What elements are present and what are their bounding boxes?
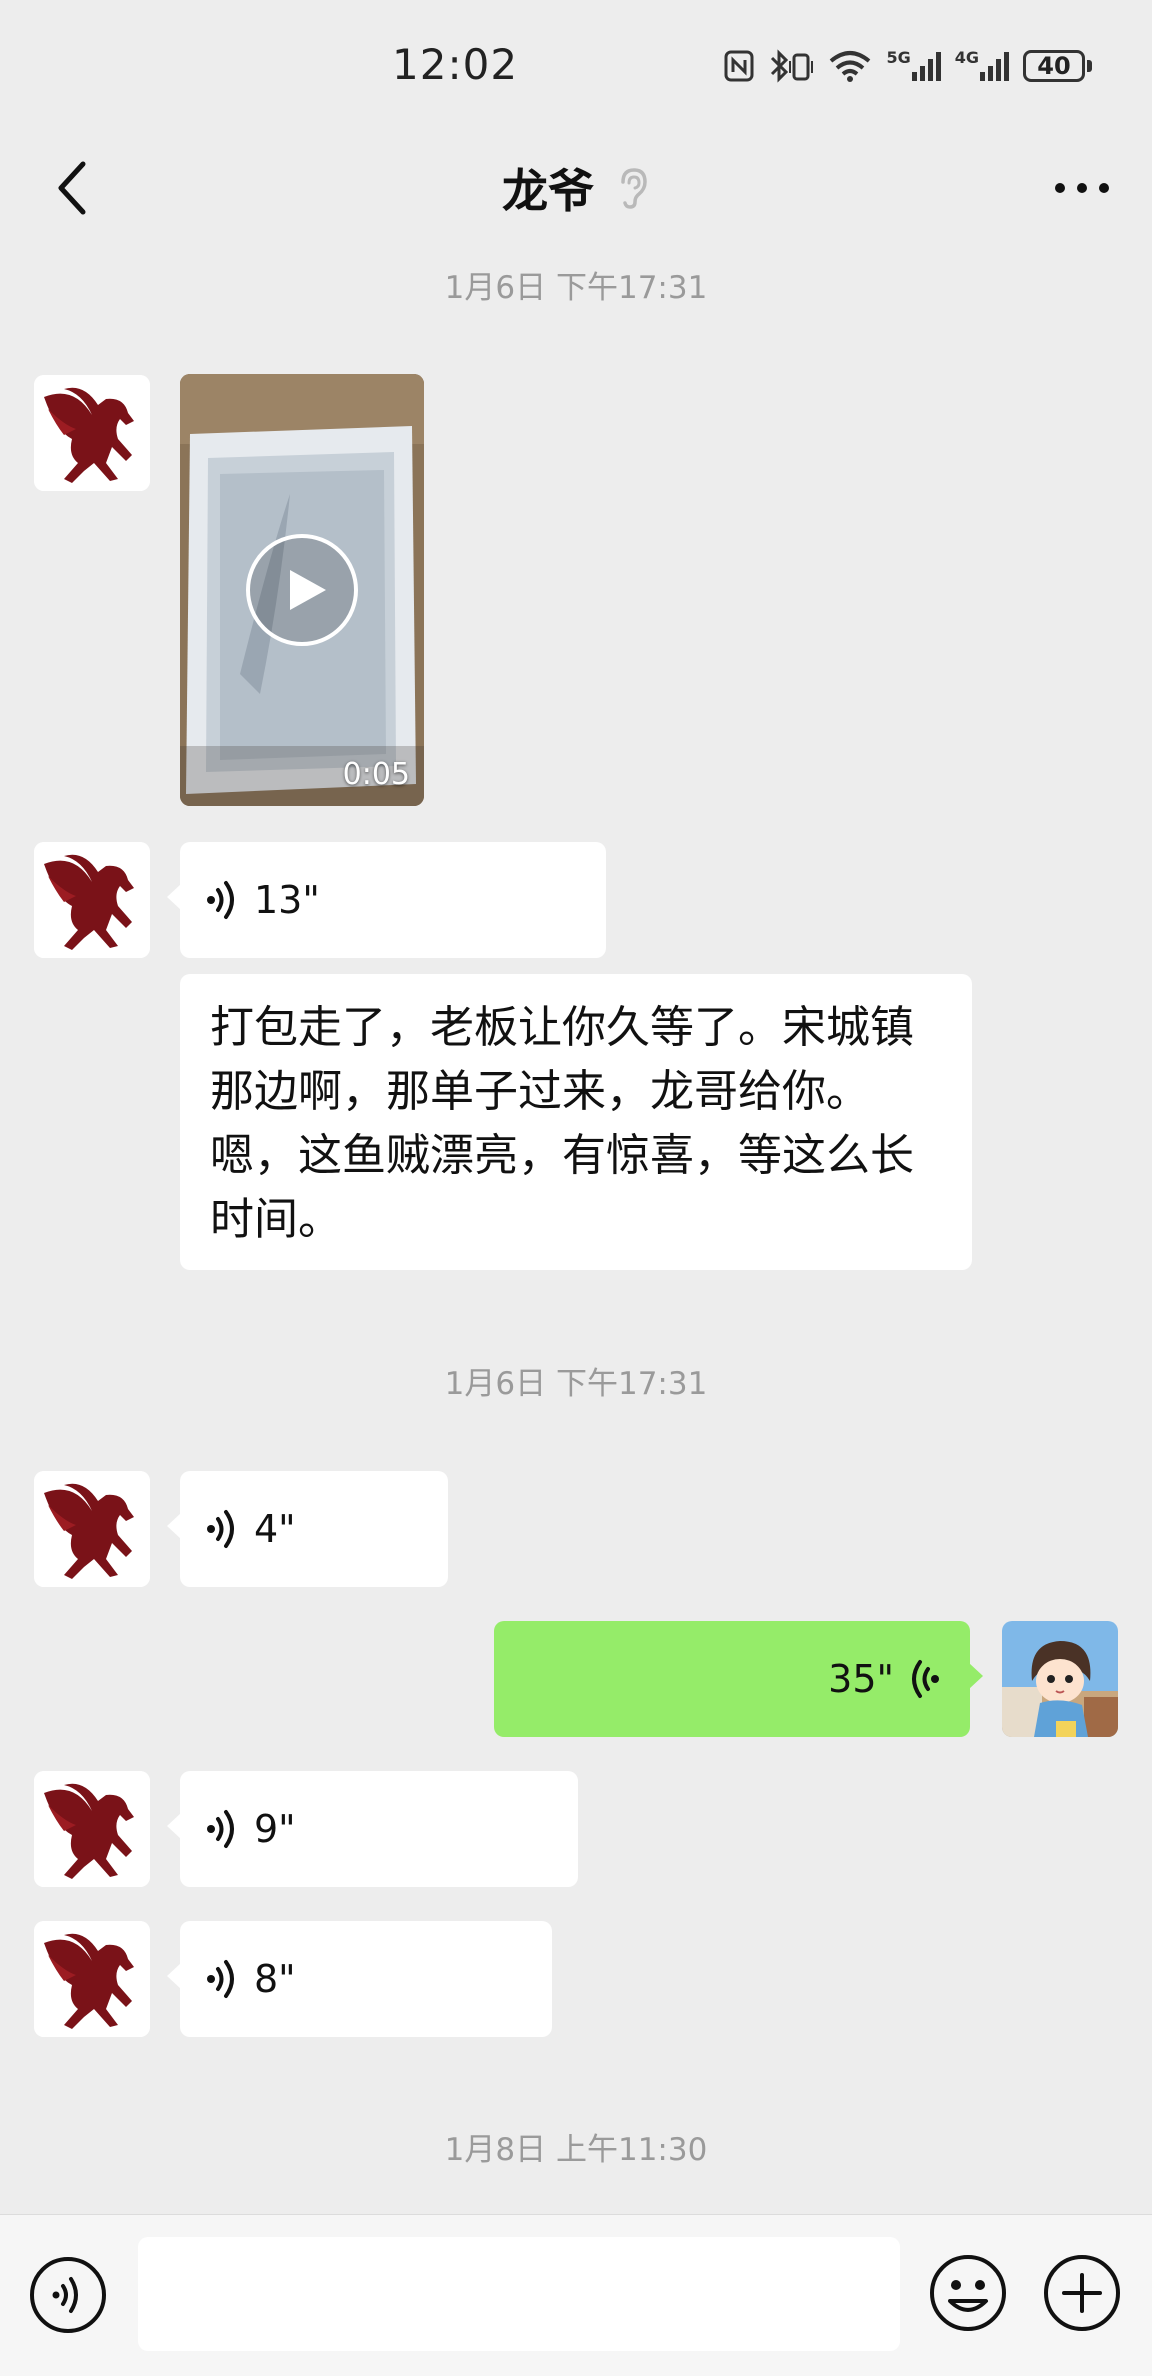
- pegasus-avatar-image: [34, 842, 150, 958]
- avatar-contact[interactable]: [34, 1471, 150, 1587]
- transcript-text-bubble[interactable]: 打包走了，老板让你久等了。宋城镇那边啊，那单子过来，龙哥给你。嗯，这鱼贼漂亮，有…: [180, 974, 972, 1270]
- avatar-self[interactable]: [1002, 1621, 1118, 1737]
- battery-tip: [1087, 60, 1092, 72]
- chat-title-wrap: 龙爷: [0, 132, 1152, 244]
- play-icon[interactable]: [244, 532, 360, 648]
- voice-duration: 4": [254, 1507, 296, 1551]
- chevron-left-icon: [58, 161, 86, 215]
- plus-icon: [1044, 2255, 1120, 2331]
- pegasus-avatar-image: [34, 1921, 150, 2037]
- status-time: 12:02: [392, 40, 519, 89]
- input-bar: [0, 2214, 1152, 2376]
- voice-message[interactable]: 8": [167, 1921, 552, 2037]
- timestamp: 1月6日 下午17:31: [444, 1366, 708, 1402]
- voice-mode-icon: [30, 2257, 106, 2333]
- video-duration: 0:05: [342, 757, 410, 792]
- video-message[interactable]: 0:05: [180, 374, 424, 806]
- ear-icon: [616, 166, 650, 210]
- more-options-button[interactable]: [1044, 152, 1120, 224]
- status-icons: 5G 4G 40: [724, 44, 1092, 88]
- timestamp: 1月6日 下午17:31: [444, 270, 708, 306]
- back-button[interactable]: [36, 152, 108, 224]
- voice-wave-icon: [207, 1810, 234, 1848]
- voice-mode-button[interactable]: [28, 2255, 108, 2335]
- wifi-icon: [828, 49, 872, 83]
- voice-duration: 35": [828, 1657, 894, 1701]
- nfc-icon: [724, 50, 754, 82]
- voice-message[interactable]: 13": [167, 842, 606, 958]
- emoji-button[interactable]: [928, 2253, 1008, 2333]
- battery-indicator: 40: [1023, 50, 1092, 82]
- pegasus-avatar-image: [34, 375, 150, 491]
- voice-message[interactable]: 9": [167, 1771, 578, 1887]
- bluetooth-vibrate-icon: [768, 49, 814, 83]
- pegasus-avatar-image: [34, 1771, 150, 1887]
- timestamp: 1月8日 上午11:30: [444, 2132, 708, 2168]
- cartoon-girl-avatar-image: [1002, 1621, 1118, 1737]
- voice-wave-icon: [207, 881, 234, 919]
- voice-message-content: 13": [206, 842, 320, 958]
- avatar-contact[interactable]: [34, 1771, 150, 1887]
- message-input[interactable]: [138, 2237, 900, 2351]
- chat-header: 龙爷: [0, 132, 1152, 244]
- transcript-text: 打包走了，老板让你久等了。宋城镇那边啊，那单子过来，龙哥给你。嗯，这鱼贼漂亮，有…: [210, 1002, 914, 1245]
- voice-message-content: 4": [206, 1471, 296, 1587]
- voice-message-content: 35": [828, 1621, 940, 1737]
- voice-wave-icon: [207, 1960, 234, 1998]
- voice-message-content: 9": [206, 1771, 296, 1887]
- voice-message-content: 8": [206, 1921, 296, 2037]
- avatar-contact[interactable]: [34, 842, 150, 958]
- voice-duration: 9": [254, 1807, 296, 1851]
- chat-title: 龙爷: [502, 164, 594, 218]
- battery-level: 40: [1023, 50, 1085, 82]
- my-voice-message[interactable]: 35": [494, 1621, 983, 1737]
- signal-5g-icon: 5G: [886, 50, 941, 82]
- chat-screen: 12:02 5G 4G 40 龙爷 1月6日 下午17:31 0:05 13" …: [0, 0, 1152, 2376]
- voice-wave-icon: [207, 1510, 234, 1548]
- avatar-contact[interactable]: [34, 1921, 150, 2037]
- avatar-contact[interactable]: [34, 375, 150, 491]
- signal-4g-icon: 4G: [955, 50, 1009, 82]
- emoji-icon: [930, 2255, 1006, 2331]
- voice-duration: 8": [254, 1957, 296, 2001]
- status-bar: 12:02 5G 4G 40: [0, 0, 1152, 132]
- more-functions-button[interactable]: [1042, 2253, 1122, 2333]
- voice-message[interactable]: 4": [167, 1471, 448, 1587]
- more-dots-icon: [1055, 183, 1109, 193]
- pegasus-avatar-image: [34, 1471, 150, 1587]
- voice-wave-icon: [912, 1660, 939, 1698]
- voice-duration: 13": [254, 878, 320, 922]
